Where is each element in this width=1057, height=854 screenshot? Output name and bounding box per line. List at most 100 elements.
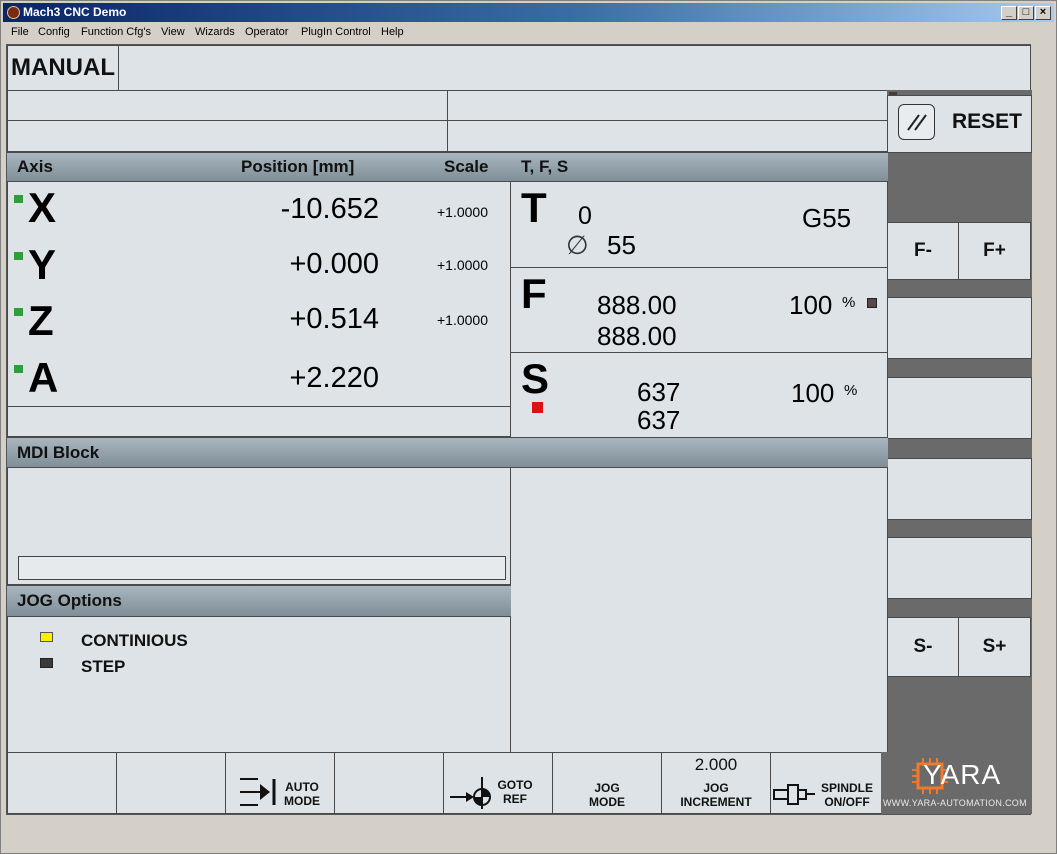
yara-logo: YARA WWW.YARA-AUTOMATION.COM xyxy=(881,752,1032,814)
tool-panel: T 0 ∅ 55 G55 xyxy=(510,181,888,268)
auto-mode-icon xyxy=(240,778,276,806)
tool-diameter[interactable]: 55 xyxy=(607,230,636,261)
jog-mode-label-line1: JOG xyxy=(594,781,620,795)
bottom-button-1[interactable] xyxy=(7,752,117,814)
spindle-actual-value: 637 xyxy=(637,405,681,435)
reset-icon xyxy=(898,104,935,140)
axis-z-name: Z xyxy=(28,297,54,344)
spindle-label-line1: SPINDLE xyxy=(820,781,873,795)
feed-percent-label: % xyxy=(842,294,856,311)
axis-x-scale: +1.0000 xyxy=(437,204,488,220)
goto-ref-button[interactable]: GOTO REF xyxy=(443,752,553,814)
close-button[interactable]: × xyxy=(1035,6,1051,20)
menu-bar: File Config Function Cfg's View Wizards … xyxy=(3,23,1054,42)
diameter-icon: ∅ xyxy=(566,230,589,260)
spindle-minus-button[interactable]: S- xyxy=(887,617,959,677)
menu-view[interactable]: View xyxy=(161,26,185,38)
tfs-header-label: T, F, S xyxy=(521,157,569,176)
jog-mode-label: JOG MODE xyxy=(553,781,661,809)
spindle-override-value[interactable]: 100 xyxy=(791,378,834,409)
menu-config[interactable]: Config xyxy=(38,26,70,38)
feed-panel: F 888.00 888.00 100 % xyxy=(510,267,888,353)
mode-label: MANUAL xyxy=(7,45,119,91)
message-box-4 xyxy=(447,120,888,152)
goto-ref-icon xyxy=(450,777,491,809)
position-header-label: Position [mm] xyxy=(241,157,355,176)
menu-help[interactable]: Help xyxy=(381,26,404,38)
menu-wizards[interactable]: Wizards xyxy=(195,26,235,38)
logo-brand: YARA xyxy=(923,759,1002,790)
reset-button[interactable]: RESET xyxy=(887,95,1032,153)
feed-actual-value: 888.00 xyxy=(597,321,677,351)
mdi-header-right xyxy=(510,437,888,468)
menu-function-cfgs[interactable]: Function Cfg's xyxy=(81,26,151,38)
axis-header-label: Axis xyxy=(17,157,53,176)
feed-plus-button[interactable]: F+ xyxy=(958,222,1031,280)
step-option[interactable]: STEP xyxy=(81,657,125,677)
spindle-led xyxy=(532,402,543,413)
status-bar-top xyxy=(118,45,1031,91)
side-slot-3 xyxy=(887,458,1032,520)
axis-x-name: X xyxy=(28,184,57,231)
goto-ref-label: GOTO REF xyxy=(494,778,536,806)
feed-set-value[interactable]: 888.00 xyxy=(597,290,677,321)
auto-mode-label: AUTO MODE xyxy=(282,780,322,808)
work-offset: G55 xyxy=(802,203,852,233)
axis-y-position[interactable]: +0.000 xyxy=(197,248,379,281)
tool-number[interactable]: 0 xyxy=(578,202,592,231)
jog-mode-button[interactable]: JOG MODE xyxy=(552,752,662,814)
spindle-letter: S xyxy=(521,355,550,402)
feed-override-slot xyxy=(887,297,1032,359)
bottom-button-2[interactable] xyxy=(116,752,226,814)
jog-increment-button[interactable]: 2.000 JOG INCREMENT xyxy=(661,752,771,814)
spindle-plus-button[interactable]: S+ xyxy=(958,617,1031,677)
feed-letter: F xyxy=(521,270,547,317)
jog-increment-value: 2.000 xyxy=(694,755,738,774)
jog-increment-label: JOG INCREMENT xyxy=(662,781,770,809)
mach3-window: Mach3 CNC Demo _ □ × File Config Functio… xyxy=(0,0,1057,854)
toolpath-area xyxy=(510,467,888,753)
message-box-2 xyxy=(447,90,888,121)
axis-y-name: Y xyxy=(28,241,57,288)
spindle-icon xyxy=(773,784,815,805)
side-slot-4 xyxy=(887,537,1032,599)
mdi-input[interactable] xyxy=(18,556,506,580)
auto-mode-label-line2: MODE xyxy=(284,794,320,808)
mach3-screen: MANUAL RESET F- F+ S- S+ Axis Position [… xyxy=(6,44,1032,815)
axis-footer-box xyxy=(7,406,511,437)
step-led xyxy=(40,658,53,668)
window-title: Mach3 CNC Demo xyxy=(23,5,127,19)
feed-override-value[interactable]: 100 xyxy=(789,290,832,321)
jog-options-header: JOG Options xyxy=(7,585,511,617)
bottom-button-4[interactable] xyxy=(334,752,444,814)
axis-y-scale: +1.0000 xyxy=(437,257,488,273)
scale-header-label: Scale xyxy=(444,157,489,176)
axis-x-position[interactable]: -10.652 xyxy=(197,193,379,226)
axis-z-led xyxy=(14,308,23,316)
axis-z-position[interactable]: +0.514 xyxy=(197,303,379,336)
minimize-button[interactable]: _ xyxy=(1001,6,1017,20)
feed-minus-button[interactable]: F- xyxy=(887,222,959,280)
spindle-label: SPINDLE ON/OFF xyxy=(815,781,879,809)
auto-mode-button[interactable]: AUTO MODE xyxy=(225,752,335,814)
axis-y-led xyxy=(14,252,23,260)
menu-file[interactable]: File xyxy=(11,26,29,38)
spindle-set-value[interactable]: 637 xyxy=(637,377,680,408)
maximize-button[interactable]: □ xyxy=(1018,6,1034,20)
reset-label: RESET xyxy=(952,110,1023,133)
mdi-header-label: MDI Block xyxy=(17,443,100,462)
message-box-3 xyxy=(7,120,448,152)
goto-ref-label-line2: REF xyxy=(503,792,527,806)
menu-operator[interactable]: Operator xyxy=(245,26,288,38)
jog-increment-label-line2: INCREMENT xyxy=(680,795,752,809)
axis-a-position[interactable]: +2.220 xyxy=(197,362,379,395)
feed-hold-led xyxy=(867,298,877,308)
spindle-toggle-button[interactable]: SPINDLE ON/OFF xyxy=(770,752,882,814)
goto-ref-label-line1: GOTO xyxy=(497,778,533,792)
continuous-option[interactable]: CONTINIOUS xyxy=(81,631,188,651)
tfs-panel-header: T, F, S xyxy=(510,152,888,182)
auto-mode-label-line1: AUTO xyxy=(285,780,319,794)
axis-panel-header: Axis Position [mm] Scale xyxy=(7,152,511,182)
menu-plugin-control[interactable]: PlugIn Control xyxy=(301,26,371,38)
jog-options-panel: CONTINIOUS STEP xyxy=(7,616,511,753)
